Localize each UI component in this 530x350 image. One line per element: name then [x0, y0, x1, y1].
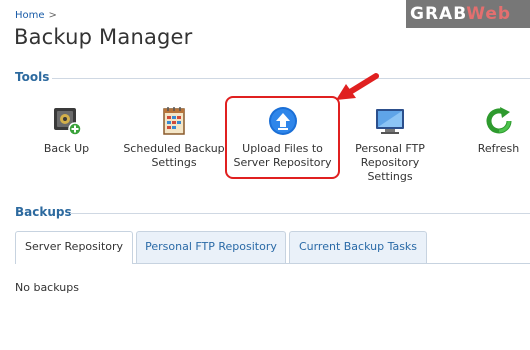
page-title: Backup Manager	[14, 25, 193, 49]
active-tab-gap	[16, 263, 132, 264]
empty-backups-message: No backups	[15, 281, 79, 294]
backup-tool-label: Back Up	[43, 142, 90, 155]
personal-ftp-label-line2: Repository	[360, 156, 420, 169]
personal-ftp-label-line1: Personal FTP	[355, 142, 425, 155]
scheduled-backup-settings-button[interactable]: Scheduled Backup Settings	[118, 106, 230, 170]
tab-personal-ftp-repository[interactable]: Personal FTP Repository	[136, 231, 286, 263]
backups-section-title: Backups	[15, 205, 72, 219]
annotation-arrow-icon	[336, 73, 379, 100]
upload-arrow-icon	[227, 106, 338, 136]
tab-server-repository[interactable]: Server Repository	[15, 231, 133, 264]
grabweb-watermark-logo: GRABWeb	[406, 0, 530, 28]
watermark-part2: Web	[466, 4, 512, 24]
tools-section-title: Tools	[15, 70, 50, 84]
personal-ftp-settings-button[interactable]: Personal FTP Repository Settings	[345, 106, 435, 184]
refresh-button[interactable]: Refresh	[466, 106, 530, 156]
tab-current-backup-tasks[interactable]: Current Backup Tasks	[289, 231, 427, 263]
calendar-schedule-icon	[118, 106, 230, 136]
scheduled-backup-label-line1: Scheduled Backup	[123, 142, 225, 155]
backup-safe-icon	[29, 106, 104, 136]
tools-divider	[52, 78, 530, 79]
backup-tool-button[interactable]: Back Up	[29, 106, 104, 156]
upload-files-button[interactable]: Upload Files to Server Repository	[227, 106, 338, 170]
backups-divider	[70, 213, 530, 214]
scheduled-backup-label-line2: Settings	[151, 156, 197, 169]
upload-files-label-line2: Server Repository	[233, 156, 332, 169]
refresh-label: Refresh	[477, 142, 520, 155]
ftp-monitor-icon	[345, 106, 435, 136]
upload-files-label-line1: Upload Files to	[242, 142, 323, 155]
personal-ftp-label-line3: Settings	[367, 170, 413, 183]
breadcrumb-home-link[interactable]: Home	[15, 10, 45, 21]
refresh-icon	[466, 106, 530, 136]
breadcrumb: Home >	[15, 10, 57, 21]
breadcrumb-separator: >	[48, 10, 57, 21]
watermark-part1: GRAB	[410, 4, 467, 24]
